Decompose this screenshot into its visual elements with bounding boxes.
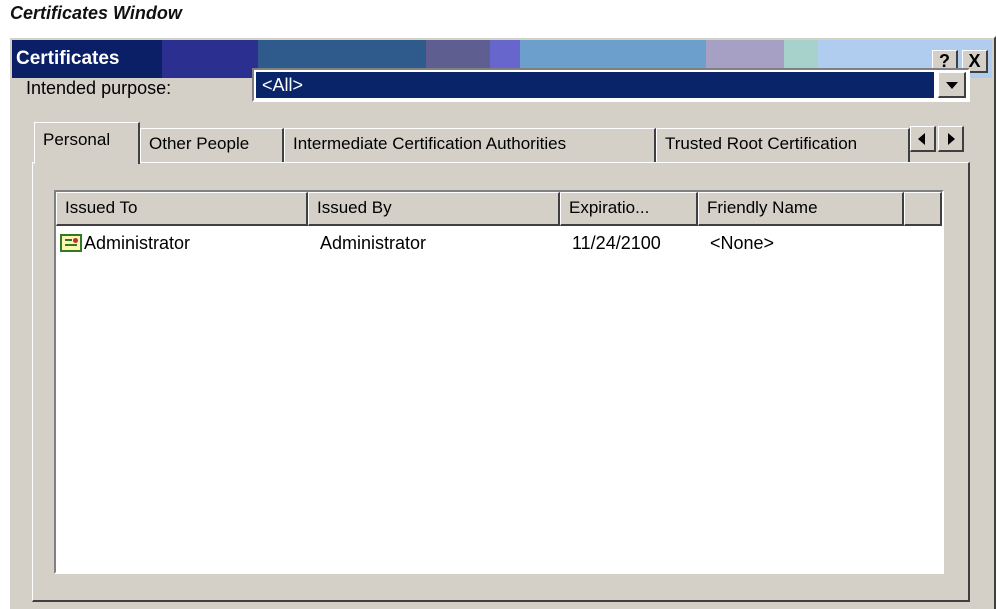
column-expiration[interactable]: Expiratio... [560, 192, 698, 226]
tab-other-people[interactable]: Other People [140, 128, 284, 162]
column-friendly-name[interactable]: Friendly Name [698, 192, 904, 226]
column-issued-by[interactable]: Issued By [308, 192, 560, 226]
dropdown-button[interactable] [938, 72, 966, 98]
table-row[interactable]: Administrator Administrator 11/24/2100 <… [56, 228, 942, 258]
arrow-left-icon [918, 133, 925, 145]
cell-expiration: 11/24/2100 [572, 233, 661, 253]
tab-personal[interactable]: Personal [34, 122, 140, 164]
chevron-down-icon [946, 82, 958, 89]
window-title: Certificates [16, 48, 120, 69]
tab-intermediate-ca[interactable]: Intermediate Certification Authorities [284, 128, 656, 162]
list-header: Issued To Issued By Expiratio... Friendl… [56, 192, 942, 226]
tab-trusted-root[interactable]: Trusted Root Certification [656, 128, 910, 162]
certificate-list[interactable]: Issued To Issued By Expiratio... Friendl… [54, 190, 944, 574]
arrow-right-icon [948, 133, 955, 145]
cell-issued-by: Administrator [320, 233, 427, 253]
certificate-icon [60, 234, 82, 252]
cell-friendly-name: <None> [710, 233, 775, 253]
column-issued-to[interactable]: Issued To [56, 192, 308, 226]
cell-issued-to: Administrator [84, 233, 191, 253]
intended-purpose-value[interactable]: <All> [256, 72, 934, 98]
figure-caption: Certificates Window [10, 3, 182, 23]
intended-purpose-select[interactable]: <All> [252, 68, 970, 102]
column-filler [904, 192, 942, 226]
tab-scroll-left-button[interactable] [910, 126, 936, 152]
tab-scroll-right-button[interactable] [938, 126, 964, 152]
intended-purpose-label: Intended purpose: [26, 78, 172, 98]
